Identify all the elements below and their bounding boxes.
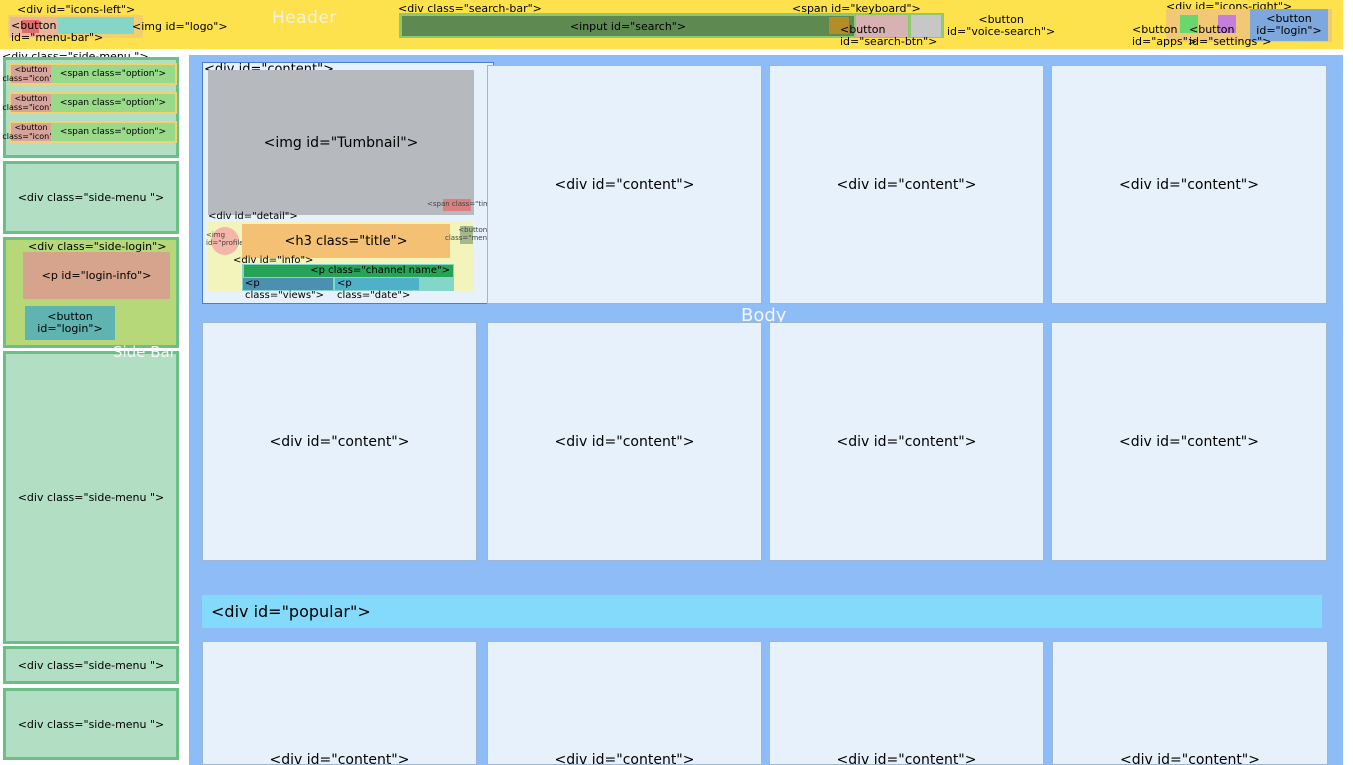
settings-label: <button id="settings"> [1189, 23, 1272, 48]
content-card-detailed[interactable]: <div id="content"> <img id="Tumbnail"> <… [202, 62, 503, 304]
content-label: <div id="content"> [836, 752, 977, 765]
sidebar-title: Side Bar [113, 343, 176, 361]
side-menu-3: <div class="side-menu "> [3, 351, 179, 644]
side-login-button[interactable]: <button id="login"> [25, 306, 115, 340]
side-login: <div class="side-login"> <p id="login-in… [3, 237, 179, 348]
login-info-label: <p id="login-info"> [41, 269, 152, 282]
content-label: <div id="content"> [269, 752, 410, 765]
content-card[interactable]: <div id="content"> [202, 641, 477, 765]
search-input-label: <input id="search"> [569, 19, 687, 33]
content-card[interactable]: <div id="content"> [1052, 641, 1328, 765]
detail-label: <div id="detail"> [208, 211, 298, 222]
content-card[interactable]: <div id="content"> [769, 322, 1044, 561]
side-menu-2: <div class="side-menu "> [3, 161, 179, 234]
side-menu-5: <div class="side-menu "> [3, 688, 179, 760]
option-icon[interactable]: <button class="icon"> [2, 123, 60, 141]
apps-label: <button id="apps"> [1132, 23, 1198, 48]
keyboard-label: <span id="keyboard"> [792, 2, 921, 15]
option-icon[interactable]: <button class="icon"> [2, 65, 60, 83]
detail: <img id="profile"> <h3 class="title"> <b… [206, 222, 501, 301]
side-menu-5-label: <div class="side-menu "> [17, 717, 165, 731]
content-card[interactable]: <div id="content"> [1051, 322, 1327, 561]
content-card[interactable]: <div id="content"> [487, 65, 762, 304]
content-card[interactable]: <div id="content"> [202, 322, 477, 561]
option-row[interactable]: <button class="icon"> <span class="optio… [2, 121, 177, 143]
video-title[interactable]: <h3 class="title"> [242, 224, 450, 258]
content-label: <div id="content"> [269, 433, 410, 450]
thumbnail-label: <img id="Tumbnail"> [263, 134, 419, 151]
content-label: <div id="content"> [554, 752, 695, 765]
content-card[interactable]: <div id="content"> [1051, 65, 1327, 304]
channel-name[interactable]: <p class="channel name"> [244, 265, 453, 277]
video-title-label: <h3 class="title"> [284, 233, 408, 249]
search-btn-label: <button id="search-btn"> [840, 23, 938, 48]
side-login-button-label: <button id="login"> [37, 310, 103, 335]
option-label: <span class="option"> [51, 123, 175, 141]
option-label: <span class="option"> [51, 94, 175, 112]
header-title: Header [272, 8, 337, 28]
popular-section: <div id="popular"> [202, 595, 1322, 628]
content-label: <div id="content"> [1119, 176, 1259, 193]
thumbnail[interactable]: <img id="Tumbnail"> [208, 70, 474, 215]
side-menu-4: <div class="side-menu "> [3, 646, 179, 684]
content-label: <div id="content"> [554, 176, 695, 193]
content-card[interactable]: <div id="content"> [487, 641, 762, 765]
content-card[interactable]: <div id="content"> [769, 641, 1044, 765]
login-info: <p id="login-info"> [23, 252, 170, 299]
content-label: <div id="content"> [836, 433, 977, 450]
popular-label: <div id="popular"> [211, 602, 371, 621]
info: <p class="channel name"> <p class="views… [242, 264, 454, 301]
content-card[interactable]: <div id="content"> [769, 65, 1044, 304]
content-card[interactable]: <div id="content"> [487, 322, 762, 561]
side-menu-2-label: <div class="side-menu "> [17, 191, 165, 204]
logo-label: <img id="logo"> [132, 20, 228, 33]
option-row[interactable]: <button class="icon"> <span class="optio… [2, 92, 177, 114]
content-label: <div id="content"> [1120, 752, 1260, 765]
search-input[interactable]: <input id="search"> [402, 16, 854, 36]
date: <p class="date"> [335, 278, 419, 301]
content-label: <div id="content"> [836, 176, 977, 193]
option-row[interactable]: <button class="icon"> <span class="optio… [2, 63, 177, 85]
side-menu-3-label: <div class="side-menu "> [17, 491, 165, 504]
views: <p class="views"> [243, 278, 333, 301]
content-label: <div id="content"> [554, 433, 695, 450]
option-icon[interactable]: <button class="icon"> [2, 94, 60, 112]
content-label: <div id="content"> [1119, 433, 1259, 450]
option-label: <span class="option"> [51, 65, 175, 83]
side-menu-1: <button class="icon"> <span class="optio… [2, 57, 179, 158]
side-menu-4-label: <div class="side-menu "> [17, 658, 165, 672]
menu-bar-label: <button id="menu-bar"> [11, 19, 104, 44]
voice-search-label: <button id="voice-search"> [947, 13, 1056, 38]
